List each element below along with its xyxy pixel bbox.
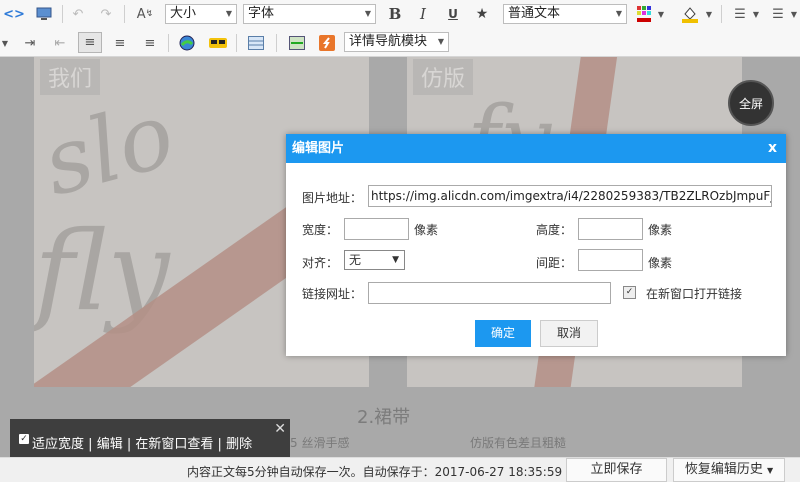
chevron-down-icon[interactable]: ▼	[751, 5, 761, 23]
url-label: 图片地址：	[302, 191, 363, 205]
link-url-input[interactable]	[368, 282, 611, 304]
chevron-down-icon: ▼	[437, 37, 444, 46]
status-bar: 内容正文每5分钟自动保存一次。自动保存于：2017-06-27 18:35:59…	[0, 457, 800, 482]
width-input[interactable]	[344, 218, 409, 240]
font-family-select[interactable]: 字体 ▼	[243, 4, 376, 24]
link-label: 链接网址：	[302, 287, 363, 301]
chevron-down-icon[interactable]: ▼	[789, 5, 799, 23]
image-url-input[interactable]: https://img.alicdn.com/imgextra/i4/22802…	[368, 185, 772, 207]
align-select[interactable]: 无 ▼	[344, 250, 405, 270]
section-caption: 2.裙带	[357, 407, 411, 428]
image-tag-left: 我们	[40, 59, 101, 95]
paragraph-format-value: 普通文本	[508, 6, 561, 21]
chevron-down-icon: ▼	[615, 9, 622, 18]
toolbar-row-2: ▼ ⇥ ⇤ ≡ ≡ ≡ 详情导航模块 ▼	[0, 29, 800, 57]
numbered-list-icon[interactable]: ☰	[768, 5, 788, 23]
open-new-window-link[interactable]: 在新窗口查看	[135, 437, 213, 452]
dialog-header: 编辑图片 x	[286, 134, 786, 163]
chevron-down-icon: ▼	[364, 9, 371, 18]
width-label: 宽度：	[302, 223, 339, 237]
text-color-icon[interactable]	[634, 4, 654, 24]
handwriting-decoration: slo	[34, 82, 185, 217]
edit-link[interactable]: 编辑	[97, 437, 123, 452]
background-color-icon[interactable]	[679, 4, 701, 24]
align-center-icon[interactable]: ≡	[110, 34, 130, 52]
italic-button[interactable]: I	[413, 5, 433, 23]
chevron-down-icon: ▼	[225, 9, 232, 18]
link-icon[interactable]	[177, 33, 197, 53]
restore-history-button[interactable]: 恢复编辑历史 ▼	[673, 458, 785, 482]
underline-button[interactable]: U	[443, 5, 463, 23]
restore-history-label: 恢复编辑历史	[684, 462, 763, 477]
fit-width-link[interactable]: 适应宽度	[32, 437, 84, 452]
nav-module-select[interactable]: 详情导航模块 ▼	[344, 32, 449, 52]
ok-button[interactable]: 确定	[475, 320, 531, 347]
image-tag-right: 仿版	[413, 59, 474, 95]
fullscreen-button[interactable]: 全屏	[728, 80, 774, 126]
align-right-icon[interactable]: ≡	[140, 34, 160, 52]
align-label: 对齐：	[302, 256, 339, 270]
fit-width-checkbox[interactable]: ✓	[19, 434, 29, 444]
indent-icon[interactable]: ⇥	[20, 34, 40, 52]
nav-module-value: 详情导航模块	[349, 34, 428, 49]
font-family-value: 字体	[248, 6, 275, 21]
new-window-label: 在新窗口打开链接	[646, 287, 743, 301]
paragraph-format-select[interactable]: 普通文本 ▼	[503, 4, 627, 24]
spacing-label: 间距：	[536, 256, 573, 270]
strikethrough-icon[interactable]: ★	[472, 5, 492, 23]
subcaption-left: 5 丝滑手感	[290, 436, 350, 450]
spacing-input[interactable]	[578, 249, 643, 271]
dialog-title: 编辑图片	[292, 141, 345, 156]
source-code-icon[interactable]: <>	[3, 5, 25, 23]
bulleted-list-icon[interactable]: ☰	[730, 5, 750, 23]
chevron-down-icon[interactable]: ▼	[0, 34, 10, 52]
flash-icon[interactable]	[317, 33, 337, 53]
chevron-down-icon[interactable]: ▼	[656, 5, 666, 23]
cancel-button[interactable]: 取消	[540, 320, 598, 347]
font-size-select[interactable]: 大小 ▼	[165, 4, 237, 24]
horizontal-rule-icon[interactable]	[287, 33, 307, 53]
edit-image-dialog: 编辑图片 x 图片地址： https://img.alicdn.com/imge…	[286, 134, 786, 356]
toolbar-row-1: <> ↶ ↷ A ↯ 大小 ▼ 字体 ▼ B I U ★ 普通文本 ▼ ▼ ▼ ☰ ▼ …	[0, 0, 800, 30]
autosave-status: 内容正文每5分钟自动保存一次。自动保存于：2017-06-27 18:35:59	[187, 465, 563, 479]
align-value: 无	[349, 253, 362, 267]
chevron-down-icon[interactable]: ▼	[704, 5, 714, 23]
font-size-value: 大小	[170, 6, 197, 21]
redo-icon[interactable]: ↷	[96, 5, 116, 23]
preview-icon[interactable]	[34, 5, 54, 23]
width-unit: 像素	[414, 223, 439, 237]
bold-button[interactable]: B	[385, 5, 405, 23]
separator: |	[126, 437, 132, 452]
delete-link[interactable]: 删除	[226, 437, 252, 452]
dialog-close-button[interactable]: x	[768, 134, 777, 163]
chevron-down-icon: ▼	[392, 255, 399, 265]
subcaption-right: 仿版有色差且粗糙	[470, 436, 567, 450]
spacing-unit: 像素	[648, 256, 673, 270]
align-left-icon[interactable]: ≡	[78, 32, 102, 53]
height-input[interactable]	[578, 218, 643, 240]
outdent-icon[interactable]: ⇤	[50, 34, 70, 52]
separator: |	[217, 437, 222, 452]
save-now-button[interactable]: 立即保存	[566, 458, 667, 482]
undo-icon[interactable]: ↶	[68, 5, 88, 23]
close-icon[interactable]: ✕	[274, 421, 286, 437]
new-window-checkbox[interactable]: ✓	[623, 286, 636, 299]
separator: |	[88, 437, 93, 452]
format-painter-icon[interactable]: A ↯	[134, 5, 156, 23]
emoticon-icon[interactable]	[207, 33, 229, 53]
table-icon[interactable]	[245, 33, 267, 53]
height-unit: 像素	[648, 223, 673, 237]
height-label: 高度：	[536, 223, 573, 237]
chevron-down-icon: ▼	[767, 466, 774, 475]
